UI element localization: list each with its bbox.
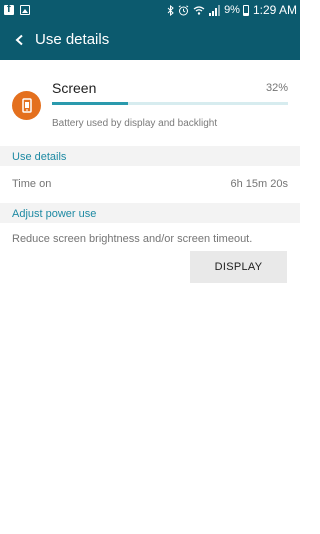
- battery-percent: 9%: [224, 4, 240, 16]
- battery-icon: [242, 4, 249, 16]
- usage-item-percent: 32%: [265, 82, 288, 94]
- bluetooth-icon: [167, 4, 174, 16]
- status-left: [4, 3, 36, 16]
- alarm-icon: [178, 4, 189, 15]
- usage-progress-fill: [52, 102, 128, 105]
- signal-icon: [209, 4, 221, 16]
- status-bar: 9% 1:29 AM: [0, 0, 300, 20]
- section-header-label: Use details: [12, 151, 67, 163]
- section-header-adjust-power: Adjust power use: [0, 203, 300, 223]
- app-bar: Use details: [0, 20, 300, 60]
- status-time: 1:29 AM: [252, 3, 297, 17]
- adjust-power-text: Reduce screen brightness and/or screen t…: [12, 233, 253, 245]
- display-button[interactable]: DISPLAY: [190, 251, 287, 283]
- usage-item-screen: Screen 32% Battery used by display and b…: [0, 60, 300, 144]
- section-header-use-details: Use details: [0, 146, 300, 166]
- detail-value: 6h 15m 20s: [230, 178, 288, 190]
- screen-phone-icon: [12, 91, 41, 120]
- back-button[interactable]: [8, 28, 32, 52]
- status-right: 9% 1:29 AM: [167, 3, 297, 17]
- section-header-label: Adjust power use: [12, 208, 97, 220]
- detail-label: Time on: [12, 178, 52, 190]
- usage-progress-bar: [52, 102, 288, 105]
- usage-item-name: Screen: [52, 80, 97, 96]
- detail-row-time-on: Time on 6h 15m 20s: [0, 167, 300, 201]
- facebook-icon: [4, 3, 14, 15]
- page-title: Use details: [35, 31, 110, 48]
- wifi-icon: [193, 5, 205, 15]
- chevron-left-icon: [15, 34, 23, 46]
- usage-item-description: Battery used by display and backlight: [52, 118, 218, 129]
- gallery-icon: [20, 5, 30, 15]
